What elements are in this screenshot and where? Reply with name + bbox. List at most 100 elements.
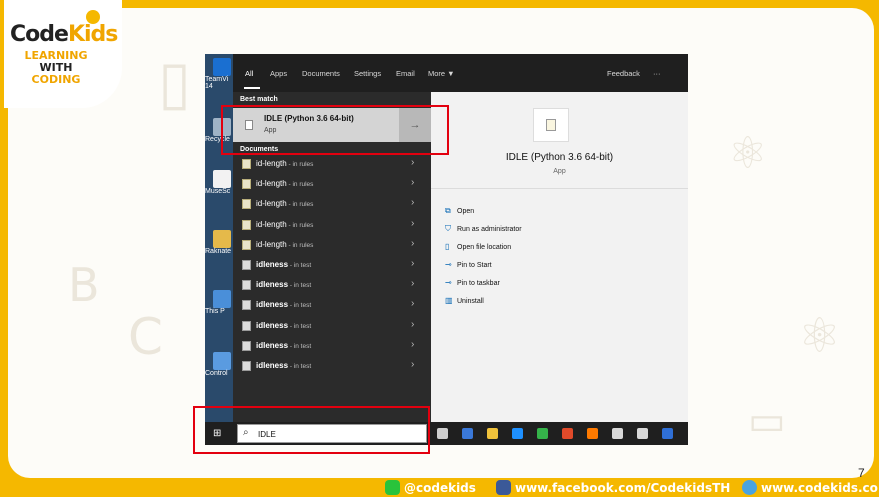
chevron-right-icon[interactable]: › [411,298,414,309]
trash-icon: ▥ [445,296,453,305]
globe-icon [742,480,757,495]
computer-icon [213,290,231,308]
result-row[interactable]: idleness - in test › [233,316,431,336]
result-row[interactable]: id-length - in rules › [233,154,431,174]
store-icon[interactable] [487,428,498,439]
chevron-right-icon[interactable]: › [411,359,414,370]
desktop-icon-thispc[interactable]: This P [205,290,233,315]
document-icon [242,239,251,250]
line-app-icon[interactable] [537,428,548,439]
result-row[interactable]: idleness - in test › [233,295,431,315]
teamviewer-icon [213,58,231,76]
firefox-icon[interactable] [587,428,598,439]
text-file-icon [242,300,251,311]
desktop-icon-control[interactable]: Control [205,352,233,377]
doodle-atom-icon: ⚛ [728,128,768,179]
result-row[interactable]: idleness - in test › [233,356,431,376]
action-uninstall[interactable]: ▥ Uninstall [445,296,484,305]
result-detail-pane: IDLE (Python 3.6 64-bit) App ⧉ Open ⛉ Run a… [431,92,688,422]
tab-all[interactable]: All [245,69,253,78]
result-title: idleness [256,340,289,350]
desktop-icon-label: Control [205,370,228,377]
tab-settings[interactable]: Settings [354,69,381,78]
result-location: - in test [288,363,312,370]
footer-line-text: @codekids [404,481,476,495]
result-title: id-length [256,239,287,249]
text-file-icon [242,361,251,371]
action-open-file-location[interactable]: ▯ Open file location [445,242,511,251]
control-panel-icon [213,352,231,370]
result-row[interactable]: idleness - in test › [233,255,431,275]
result-location: - in test [288,282,312,290]
action-pin-to-taskbar[interactable]: ⊸ Pin to taskbar [445,278,500,287]
result-name: idleness - in test [256,361,311,370]
search-filter-bar: All Apps Documents Settings Email More ▼… [233,54,688,92]
footer-web: www.codekids.co [742,480,878,495]
chevron-right-icon[interactable]: › [411,177,414,188]
action-run-as-administrator[interactable]: ⛉ Run as administrator [445,224,522,234]
chrome-icon[interactable] [562,428,573,439]
line-icon [385,480,400,495]
pin-icon: ⊸ [445,260,452,269]
document-icon [242,199,251,210]
tab-documents[interactable]: Documents [302,69,340,78]
desktop-icon-musescore[interactable]: MuseSc [205,170,233,195]
result-row[interactable]: id-length - in rules › [233,235,431,255]
more-options-icon[interactable]: ··· [653,69,661,78]
doodle-ruler-icon: ▯ [158,48,192,118]
powershell-icon[interactable] [662,428,673,439]
result-row[interactable]: idleness - in test › [233,336,431,356]
feedback-link[interactable]: Feedback [607,69,640,78]
chevron-right-icon[interactable]: › [411,339,414,350]
result-row[interactable]: id-length - in rules › [233,215,431,235]
result-location: - in rules [286,221,314,229]
detail-divider [431,188,688,189]
task-view-icon[interactable] [437,428,448,439]
chevron-right-icon[interactable]: › [411,319,414,330]
brand-logo: CodeKids LEARNING WITH CODING [4,0,122,108]
footer-web-text: www.codekids.co [761,481,878,495]
snipping-tool-icon[interactable] [612,428,623,439]
result-title: idleness [256,361,289,370]
result-location: - in test [288,302,312,310]
desktop-icon-teamviewer[interactable]: TeamVi 14 [205,58,233,90]
tab-email[interactable]: Email [396,69,415,78]
chevron-right-icon[interactable]: › [411,258,414,269]
action-label: Run as administrator [457,226,522,233]
chevron-right-icon[interactable]: › [411,157,414,168]
document-icon [242,159,251,169]
text-file-icon [242,260,251,270]
chevron-right-icon[interactable]: › [411,218,414,229]
doodle-letter-icon: C [128,308,163,366]
document-icon [242,219,251,230]
detail-subtitle: App [553,168,566,175]
file-explorer-icon[interactable] [462,428,473,439]
result-title: idleness [256,280,289,290]
chevron-right-icon[interactable]: › [411,278,414,289]
folder-icon: ▯ [445,242,450,251]
app-tile-icon [533,108,569,142]
result-name: idleness - in test [256,341,311,350]
result-title: id-length [256,219,287,229]
result-title: id-length [256,199,287,209]
tab-more[interactable]: More ▼ [428,69,455,78]
result-row[interactable]: id-length - in rules › [233,174,431,194]
result-row[interactable]: id-length - in rules › [233,194,431,214]
terminal-icon[interactable] [637,428,648,439]
result-title: id-length [256,179,287,189]
logo-wordmark: CodeKids [10,22,118,47]
chevron-right-icon[interactable]: › [411,197,414,208]
edge-icon[interactable] [512,428,523,439]
tab-apps[interactable]: Apps [270,69,287,78]
result-row[interactable]: idleness - in test › [233,275,431,295]
result-location: - in test [288,342,312,350]
musescore-icon [213,170,231,188]
action-pin-to-start[interactable]: ⊸ Pin to Start [445,260,492,269]
facebook-icon [496,480,511,495]
result-location: - in rules [286,241,314,249]
chevron-right-icon[interactable]: › [411,238,414,249]
action-open[interactable]: ⧉ Open [445,206,474,216]
desktop-icon-raknate[interactable]: Raknate [205,230,233,255]
doodle-letter-icon: B [68,258,100,312]
result-location: - in test [288,262,312,269]
